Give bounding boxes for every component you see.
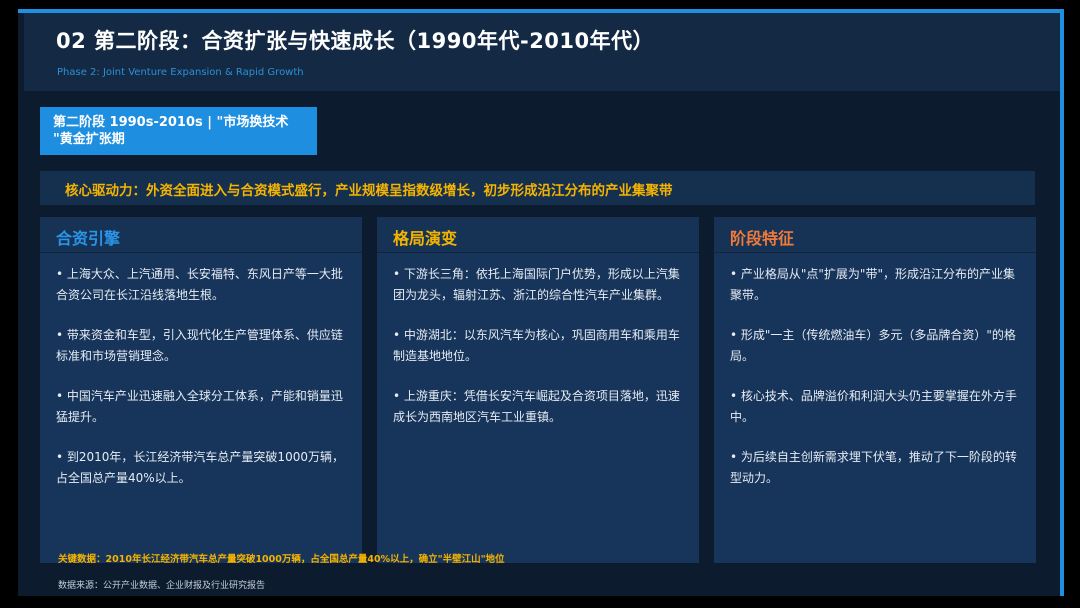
column-title: 格局演变 [377,217,699,253]
list-item: • 形成"一主（传统燃油车）多元（多品牌合资）"的格局。 [730,328,1016,363]
list-item: • 上海大众、上汽通用、长安福特、东风日产等一大批合资公司在长江沿线落地生根。 [56,267,343,302]
header-accent [18,13,24,91]
stage-tag: 第二阶段 1990s-2010s | "市场换技术 "黄金扩张期 [40,107,317,155]
stage-tag-line1: 第二阶段 1990s-2010s | "市场换技术 [53,115,289,130]
header: 02 第二阶段：合资扩张与快速成长（1990年代-2010年代） Phase 2… [18,13,1060,91]
page-title: 02 第二阶段：合资扩张与快速成长（1990年代-2010年代） [56,29,655,53]
list-item: • 下游长三角：依托上海国际门户优势，形成以上汽集团为龙头，辐射江苏、浙江的综合… [393,267,680,302]
list-item: • 带来资金和车型，引入现代化生产管理体系、供应链标准和市场营销理念。 [56,328,343,363]
list-item: • 核心技术、品牌溢价和利润大头仍主要掌握在外方手中。 [730,389,1017,424]
list-item: • 产业格局从"点"扩展为"带"，形成沿江分布的产业集聚带。 [730,267,1015,302]
page-subtitle: Phase 2: Joint Venture Expansion & Rapid… [57,67,304,78]
column-stage-features: 阶段特征 • 产业格局从"点"扩展为"带"，形成沿江分布的产业集聚带。 • 形成… [714,217,1036,563]
column-title: 阶段特征 [714,217,1036,253]
column-title: 合资引擎 [40,217,362,253]
list-item: • 中国汽车产业迅速融入全球分工体系，产能和销量迅猛提升。 [56,389,343,424]
column-jv-engine: 合资引擎 • 上海大众、上汽通用、长安福特、东风日产等一大批合资公司在长江沿线落… [40,217,362,563]
slide: 02 第二阶段：合资扩张与快速成长（1990年代-2010年代） Phase 2… [18,9,1064,596]
data-source-note: 数据来源：公开产业数据、企业财报及行业研究报告 [58,581,266,591]
column-pattern-evolution: 格局演变 • 下游长三角：依托上海国际门户优势，形成以上汽集团为龙头，辐射江苏、… [377,217,699,563]
list-item: • 上游重庆：凭借长安汽车崛起及合资项目落地，迅速成长为西南地区汽车工业重镇。 [393,389,680,424]
list-item: • 中游湖北：以东风汽车为核心，巩固商用车和乘用车制造基地地位。 [393,328,680,363]
core-driver-banner: 核心驱动力：外资全面进入与合资模式盛行，产业规模呈指数级增长，初步形成沿江分布的… [40,171,1035,205]
stage-tag-line2: "黄金扩张期 [53,132,125,147]
key-data-note: 关键数据：2010年长江经济带汽车总产量突破1000万辆，占全国总产量40%以上… [58,554,505,565]
list-item: • 到2010年，长江经济带汽车总产量突破1000万辆，占全国总产量40%以上。 [56,450,344,485]
list-item: • 为后续自主创新需求埋下伏笔，推动了下一阶段的转型动力。 [730,450,1017,485]
